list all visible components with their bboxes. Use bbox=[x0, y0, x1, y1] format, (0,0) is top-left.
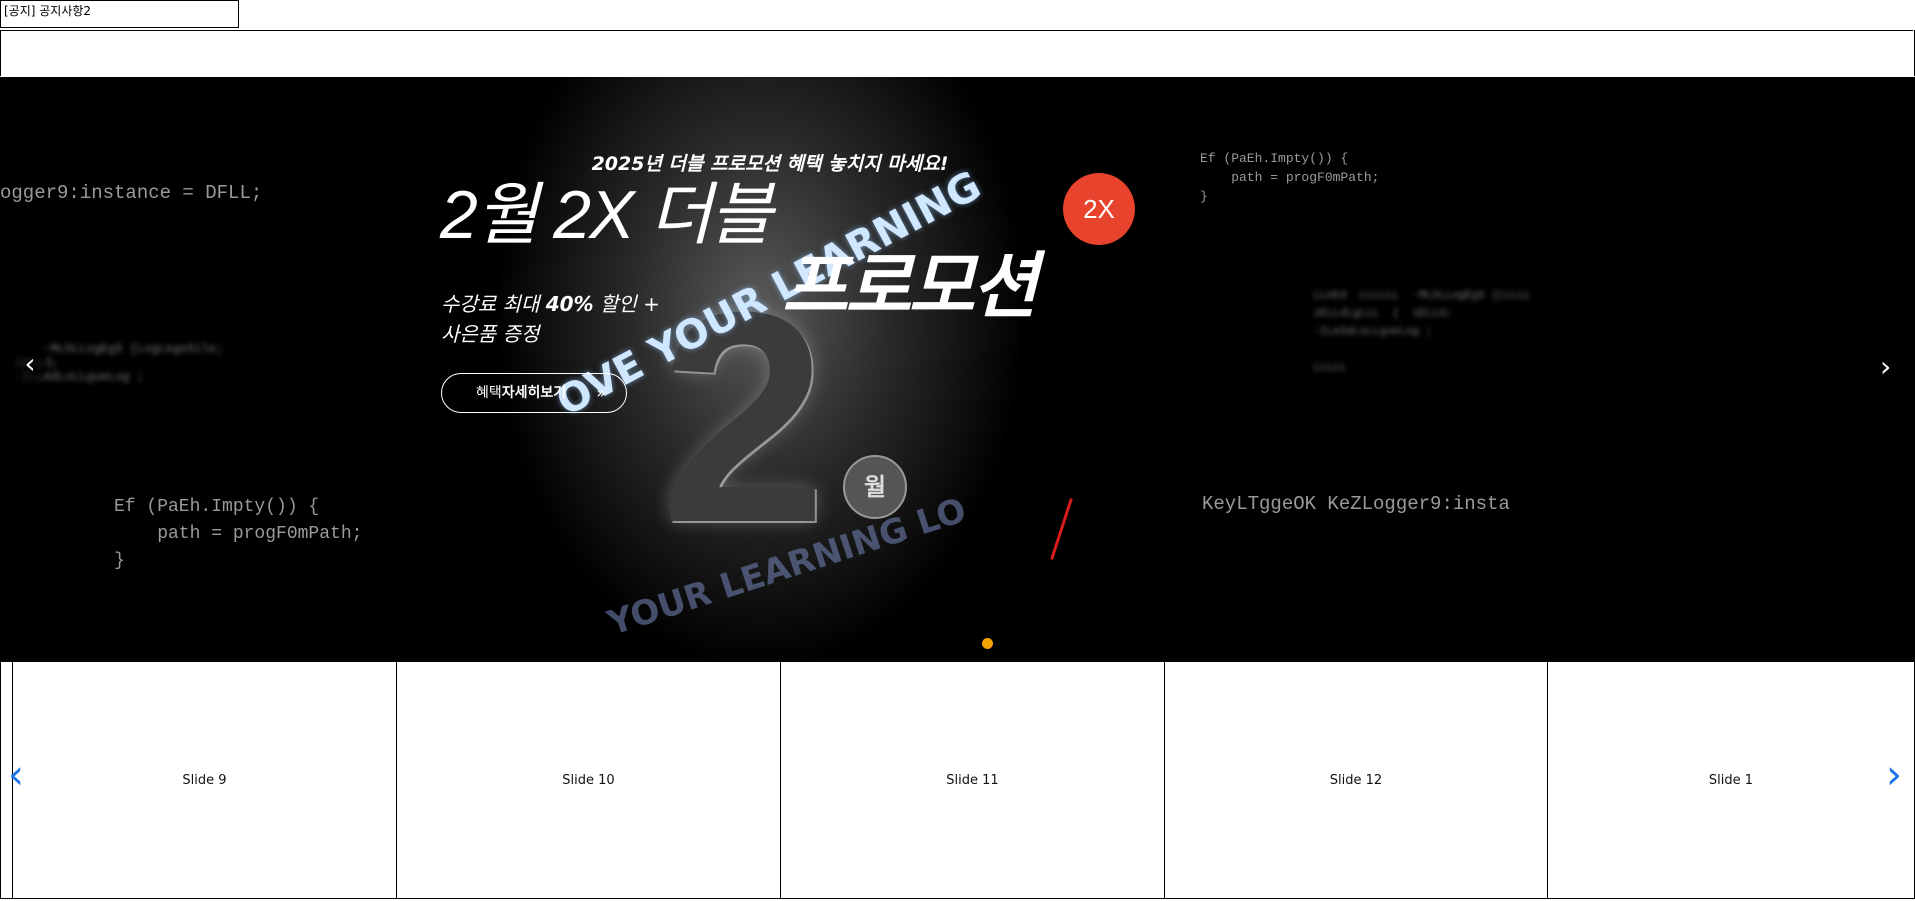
button-label-bold: 자세히보기 bbox=[501, 385, 567, 401]
code-snippet: KeyLTggeOK KeZLogger9:insta bbox=[1202, 493, 1510, 515]
desc-text: 할인 + bbox=[593, 292, 660, 316]
hero-next-button[interactable]: › bbox=[1880, 353, 1891, 381]
desc-text: 사은품 증정 bbox=[441, 322, 540, 346]
notice-bar: [공지] 공지사항2 bbox=[0, 0, 1913, 31]
button-label: 혜택 bbox=[476, 385, 502, 401]
slide-label: Slide 9 bbox=[182, 772, 227, 788]
slide-label: Slide 12 bbox=[1329, 772, 1383, 788]
promo-description: 수강료 최대 40% 할인 + 사은품 증정 bbox=[441, 289, 660, 349]
discount-value: 40% bbox=[545, 292, 594, 316]
chevron-left-icon: ‹ bbox=[24, 347, 36, 380]
slide-carousel: Slide 9 Slide 10 Slide 11 Slide 12 Slide… bbox=[0, 661, 1915, 901]
double-badge: 2X bbox=[1066, 176, 1132, 242]
double-chevron-icon: » bbox=[596, 383, 606, 402]
header-area bbox=[0, 30, 1915, 76]
hero-banner[interactable]: ogger9:instance = DFLL; ·MLSLLogEgS {Log… bbox=[0, 77, 1915, 661]
carousel-prev-button[interactable]: ‹ bbox=[8, 755, 24, 795]
promo-subtitle: 2025년 더블 프로모션 혜택 놓치지 마세요! bbox=[591, 153, 949, 175]
chevron-left-icon: ‹ bbox=[8, 752, 24, 798]
slide-card[interactable]: Slide 9 bbox=[12, 661, 397, 899]
slide-label: Slide 1 bbox=[1708, 772, 1754, 788]
slide-card[interactable]: Slide 1 bbox=[1547, 661, 1915, 899]
code-snippet: ogger9:instance = DFLL; bbox=[0, 182, 263, 204]
slide-card[interactable]: Slide 11 bbox=[780, 661, 1165, 899]
carousel-next-button[interactable]: › bbox=[1886, 755, 1902, 795]
slide-label: Slide 10 bbox=[562, 772, 615, 788]
details-button[interactable]: 혜택자세히보기 » bbox=[441, 373, 627, 413]
slide-label: Slide 11 bbox=[946, 772, 999, 788]
promo-headline: 프로모션 bbox=[782, 244, 1038, 328]
chevron-right-icon: › bbox=[1886, 752, 1902, 798]
red-stroke-decoration bbox=[1050, 498, 1073, 560]
hero-prev-button[interactable]: ‹ bbox=[12, 347, 48, 383]
pagination-dot-active[interactable] bbox=[982, 638, 993, 649]
slide-card[interactable]: Slide 12 bbox=[1164, 661, 1548, 899]
notice-item[interactable]: [공지] 공지사항2 bbox=[0, 0, 239, 28]
code-snippet: Ef (PaEh.Impty()) { path = progF0mPath; … bbox=[114, 497, 363, 571]
month-badge: 월 bbox=[843, 455, 907, 519]
code-snippet-blurred: LLoEd LLLLLL ·MLSLLogEgS {LLLLL iELLdLgL… bbox=[1313, 290, 1532, 374]
promo-title: 2월 2X 더블 bbox=[440, 177, 772, 253]
slide-card[interactable]: Slide 10 bbox=[396, 661, 781, 899]
desc-text: 수강료 최대 bbox=[441, 292, 546, 316]
chevron-right-icon: › bbox=[1880, 350, 1892, 383]
code-snippet: Ef (PaEh.Impty()) { path = progF0mPath; … bbox=[1200, 151, 1380, 204]
